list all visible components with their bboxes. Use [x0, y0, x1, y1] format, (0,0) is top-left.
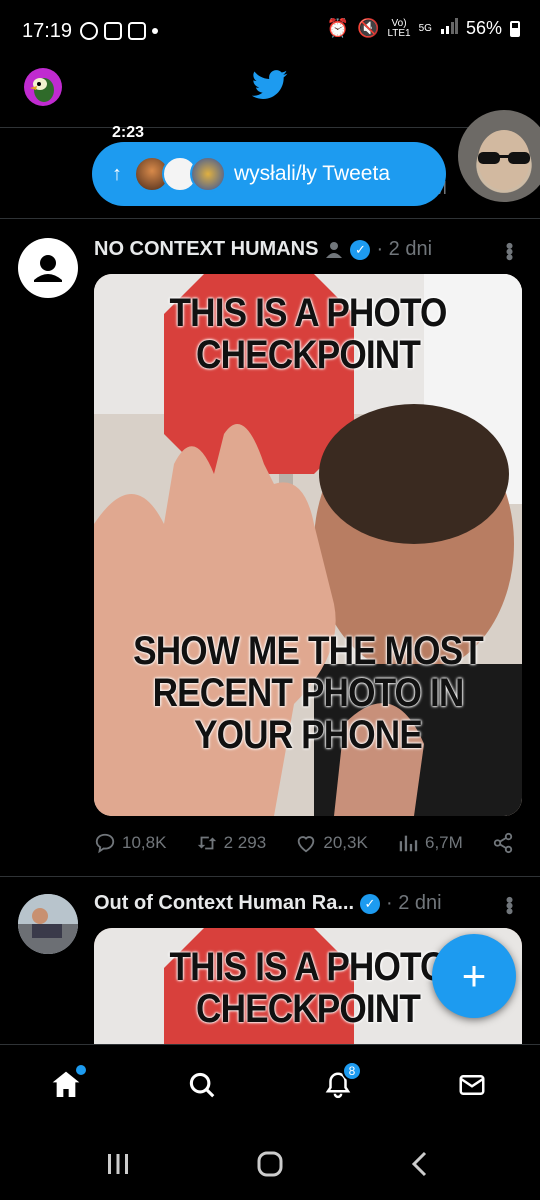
meme-bottom-text: SHOW ME THE MOST RECENT PHOTO IN YOUR PH… [120, 630, 497, 756]
reply-icon [95, 833, 115, 854]
arrow-up-icon: ↑ [112, 162, 122, 185]
divider [0, 218, 540, 219]
volte-bottom: LTE1 [387, 27, 411, 39]
more-options-icon[interactable]: ••• [497, 896, 522, 913]
status-bar: 17:19 ⏰ 🔇 Vo) LTE1 5G 56% [0, 0, 540, 62]
profile-avatar[interactable] [24, 68, 62, 106]
network-type: 5G [418, 22, 432, 34]
app-bar [0, 62, 540, 128]
meme-top-line-2: CHECKPOINT [196, 333, 421, 377]
tweet-header: Out of Context Human Ra... ✓ · 2 dni [94, 892, 442, 915]
recent-apps-button[interactable] [98, 1148, 138, 1180]
like-count: 20,3K [323, 833, 368, 852]
meme-bottom-line-1: SHOW ME THE MOST [133, 629, 484, 673]
peek-time: 2:23 [112, 124, 145, 141]
nav-home[interactable] [46, 1065, 86, 1105]
views-button[interactable]: 6,7M [397, 832, 463, 854]
notifications-badge: 8 [342, 1061, 362, 1081]
battery-icon [510, 20, 520, 37]
new-tweets-pill[interactable]: ↑ wysłali/ły Tweeta [92, 142, 446, 206]
person-icon [326, 241, 343, 258]
shield-notification-icon [128, 22, 146, 40]
twitter-logo-icon[interactable] [252, 70, 288, 100]
nav-messages[interactable] [452, 1065, 492, 1105]
messenger-notification-icon [80, 22, 98, 40]
nav-search[interactable] [182, 1065, 222, 1105]
status-indicators: ⏰ 🔇 Vo) LTE1 5G 56% [327, 18, 520, 39]
signal-icon [440, 18, 458, 39]
tweet-image[interactable]: THIS IS A PHOTO CHECKPOINT SHOW ME THE M… [94, 274, 522, 816]
author-photo [18, 894, 78, 954]
tweet-actions: 10,8K 2 293 20,3K 6,7M [94, 832, 514, 854]
compose-tweet-button[interactable]: + [432, 934, 516, 1018]
tweet-author-avatar[interactable] [18, 238, 78, 298]
status-time: 17:19 [22, 20, 73, 42]
recent-apps-icon [108, 1154, 128, 1174]
meme-top-text: THIS IS A PHOTO CHECKPOINT [120, 292, 497, 376]
floating-user-avatar[interactable] [458, 110, 540, 202]
share-button[interactable] [492, 832, 514, 854]
home-new-dot [76, 1065, 86, 1075]
retweet-count: 2 293 [223, 833, 267, 852]
more-notifications-dot [152, 28, 158, 34]
volte-label: Vo) LTE1 [387, 18, 411, 39]
tweet-time: · 2 dni [386, 892, 442, 914]
divider [0, 876, 540, 877]
views-count: 6,7M [424, 833, 463, 852]
verified-badge-icon: ✓ [350, 239, 371, 260]
tweet-author-avatar[interactable] [18, 894, 78, 954]
system-navigation [0, 1128, 540, 1200]
heart-icon [298, 836, 315, 853]
views-chart-icon [399, 835, 418, 852]
meme-bottom-line-3: YOUR PHONE [194, 713, 423, 757]
retweet-icon [197, 836, 216, 850]
tweet-author-name[interactable]: NO CONTEXT HUMANS [94, 238, 318, 261]
plus-icon: + [461, 952, 487, 999]
app-notification-icon [104, 22, 122, 40]
pill-avatar-3 [190, 156, 226, 192]
home-system-button[interactable] [250, 1148, 290, 1180]
verified-badge-icon: ✓ [360, 893, 380, 914]
share-icon [493, 832, 513, 854]
mute-icon: 🔇 [357, 18, 380, 38]
alarm-icon: ⏰ [326, 18, 350, 38]
reply-button[interactable]: 10,8K [94, 832, 166, 854]
meme-top-line-1: THIS IS A PHOTO [169, 291, 448, 335]
reply-count: 10,8K [122, 833, 167, 852]
new-tweets-label: wysłali/ły Tweeta [234, 162, 391, 185]
nav-notifications[interactable]: 8 [318, 1061, 362, 1105]
home-circle-icon [257, 1151, 283, 1177]
back-button[interactable] [400, 1148, 440, 1180]
tweet-author-name[interactable]: Out of Context Human Ra... [94, 892, 354, 915]
tweet-header: NO CONTEXT HUMANS ✓ · 2 dni [94, 238, 432, 261]
meme-bottom-line-2: RECENT PHOTO IN [152, 671, 465, 715]
retweet-button[interactable]: 2 293 [196, 832, 267, 854]
bottom-navigation: 8 [0, 1044, 540, 1128]
default-user-icon [34, 255, 62, 282]
more-options-icon[interactable]: ••• [497, 242, 522, 259]
back-chevron-icon [411, 1151, 427, 1177]
search-icon [189, 1072, 215, 1098]
like-button[interactable]: 20,3K [295, 832, 368, 854]
tweet-time: · 2 dni [376, 238, 433, 260]
battery-percent: 56% [465, 18, 502, 38]
mail-icon [459, 1075, 485, 1095]
